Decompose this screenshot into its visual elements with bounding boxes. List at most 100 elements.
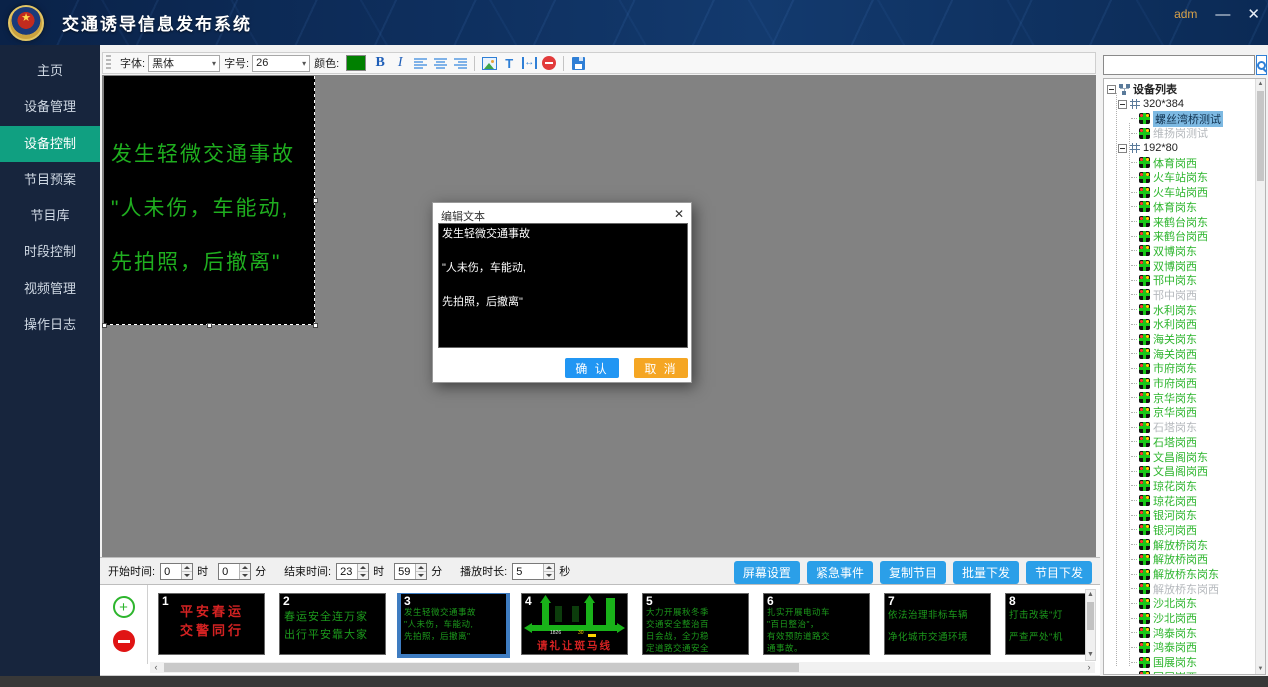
- device-name[interactable]: 维扬岗测试: [1153, 125, 1208, 141]
- tree-device-row[interactable]: 体育岗东: [1104, 200, 1265, 215]
- tree-device-row[interactable]: 琼花岗西: [1104, 493, 1265, 508]
- device-name[interactable]: 双博岗东: [1153, 243, 1197, 259]
- tree-device-row[interactable]: 鸿泰岗西: [1104, 640, 1265, 655]
- tree-device-row[interactable]: 解放桥东岗西: [1104, 581, 1265, 596]
- sidebar-item[interactable]: 主页: [0, 53, 100, 89]
- device-search-input[interactable]: [1103, 55, 1255, 75]
- bold-button[interactable]: B: [370, 54, 390, 72]
- spin-down-icon[interactable]: [416, 571, 426, 579]
- device-name[interactable]: 水利岗东: [1153, 302, 1197, 318]
- device-name[interactable]: 鸿泰岗西: [1153, 639, 1197, 655]
- device-name[interactable]: 邗中岗东: [1153, 272, 1197, 288]
- playlist-item[interactable]: 3发生轻微交通事故"人未伤，车能动,先拍照，后撤离": [400, 593, 507, 655]
- device-name[interactable]: 市府岗西: [1153, 375, 1197, 391]
- playlist-item[interactable]: 5大力开展秋冬季交通安全整治百日会战，全力稳定道路交通安全形势！: [642, 593, 749, 655]
- scroll-up-icon[interactable]: ▲: [1256, 79, 1265, 89]
- action-button[interactable]: 批量下发: [953, 561, 1019, 584]
- device-name[interactable]: 银河岗东: [1153, 507, 1197, 523]
- device-name[interactable]: 解放桥东岗西: [1153, 581, 1219, 597]
- dialog-close-button[interactable]: ✕: [674, 207, 684, 221]
- device-name[interactable]: 京华岗西: [1153, 404, 1197, 420]
- device-name[interactable]: 京华岗东: [1153, 390, 1197, 406]
- close-button[interactable]: ✕: [1247, 7, 1260, 22]
- spin-down-icon[interactable]: [358, 571, 368, 579]
- playlist-item[interactable]: 7依法治理非标车辆净化城市交通环境: [884, 593, 991, 655]
- tree-device-row[interactable]: 石塔岗西: [1104, 435, 1265, 450]
- device-name[interactable]: 火车站岗西: [1153, 184, 1208, 200]
- device-name[interactable]: 银河岗西: [1153, 522, 1197, 538]
- scroll-left-icon[interactable]: ‹: [150, 662, 162, 673]
- tree-device-row[interactable]: 鸿泰岗东: [1104, 625, 1265, 640]
- action-button[interactable]: 节目下发: [1026, 561, 1092, 584]
- resize-handle[interactable]: [102, 323, 107, 328]
- led-preview[interactable]: 发生轻微交通事故"人未伤，车能动,先拍照，后撤离": [104, 76, 315, 325]
- font-size-select[interactable]: 26 ▾: [252, 55, 310, 72]
- start-minute-spinner[interactable]: 0: [218, 563, 251, 580]
- color-swatch[interactable]: [346, 55, 366, 71]
- start-minute-value[interactable]: 0: [219, 564, 239, 579]
- align-left-button[interactable]: [410, 54, 430, 72]
- tree-device-row[interactable]: 京华岗东: [1104, 390, 1265, 405]
- confirm-button[interactable]: 确 认: [565, 358, 619, 378]
- tree-device-row[interactable]: 沙北岗西: [1104, 611, 1265, 626]
- tree-device-row[interactable]: 海关岗东: [1104, 332, 1265, 347]
- device-name[interactable]: 螺丝湾桥测试: [1153, 111, 1223, 127]
- font-family-select[interactable]: 黑体 ▾: [148, 55, 220, 72]
- device-name[interactable]: 来鹤台岗东: [1153, 214, 1208, 230]
- device-name[interactable]: 石塔岗东: [1153, 419, 1197, 435]
- tree-device-row[interactable]: 文昌阁岗东: [1104, 449, 1265, 464]
- insert-text-button[interactable]: T: [499, 54, 519, 72]
- sidebar-item[interactable]: 节目预案: [0, 162, 100, 198]
- device-name[interactable]: 海关岗西: [1153, 346, 1197, 362]
- action-button[interactable]: 屏幕设置: [734, 561, 800, 584]
- sidebar-item[interactable]: 视频管理: [0, 271, 100, 307]
- end-minute-value[interactable]: 59: [395, 564, 415, 579]
- device-name[interactable]: 双博岗西: [1153, 258, 1197, 274]
- tree-root-row[interactable]: 设备列表: [1104, 82, 1265, 97]
- sidebar-item[interactable]: 时段控制: [0, 234, 100, 270]
- spin-up-icon[interactable]: [240, 564, 250, 571]
- device-name[interactable]: 体育岗西: [1153, 155, 1197, 171]
- playlist-item[interactable]: 1平安春运交警同行: [158, 593, 265, 655]
- device-name[interactable]: 沙北岗西: [1153, 610, 1197, 626]
- device-name[interactable]: 解放桥岗东: [1153, 537, 1208, 553]
- tree-device-row[interactable]: 国展岗西: [1104, 670, 1265, 676]
- device-search-button[interactable]: [1256, 55, 1267, 75]
- sidebar-item[interactable]: 设备控制: [0, 126, 100, 162]
- tree-device-row[interactable]: 市府岗西: [1104, 376, 1265, 391]
- tree-device-row[interactable]: 文昌阁岗西: [1104, 464, 1265, 479]
- tree-group-row[interactable]: 192*80: [1104, 141, 1265, 156]
- scrollbar-thumb[interactable]: [1087, 602, 1094, 630]
- playlist-horizontal-scrollbar[interactable]: ‹ ›: [150, 662, 1095, 673]
- duration-value[interactable]: 5: [513, 564, 543, 579]
- device-name[interactable]: 体育岗东: [1153, 199, 1197, 215]
- scroll-up-icon[interactable]: ▲: [1086, 590, 1095, 600]
- tree-device-row[interactable]: 琼花岗东: [1104, 479, 1265, 494]
- dialog-text-input[interactable]: [438, 223, 688, 348]
- tree-device-row[interactable]: 银河岗东: [1104, 508, 1265, 523]
- device-name[interactable]: 国展岗东: [1153, 654, 1197, 670]
- current-user[interactable]: adm: [1174, 7, 1197, 21]
- playlist-item[interactable]: 2春运安全连万家出行平安靠大家: [279, 593, 386, 655]
- tree-device-row[interactable]: 邗中岗东: [1104, 273, 1265, 288]
- scrollbar-thumb[interactable]: [1257, 91, 1264, 181]
- scrollbar-thumb[interactable]: [164, 663, 799, 672]
- device-name[interactable]: 海关岗东: [1153, 331, 1197, 347]
- spin-up-icon[interactable]: [358, 564, 368, 571]
- device-name[interactable]: 邗中岗西: [1153, 287, 1197, 303]
- end-hour-spinner[interactable]: 23: [336, 563, 369, 580]
- device-name[interactable]: 文昌阁岗西: [1153, 463, 1208, 479]
- toolbar-grip[interactable]: [106, 55, 111, 71]
- tree-device-row[interactable]: 维扬岗测试: [1104, 126, 1265, 141]
- insert-image-button[interactable]: [479, 54, 499, 72]
- device-name[interactable]: 国展岗西: [1153, 669, 1197, 675]
- device-name[interactable]: 市府岗东: [1153, 360, 1197, 376]
- fit-width-button[interactable]: ↔: [519, 54, 539, 72]
- sidebar-item[interactable]: 操作日志: [0, 307, 100, 343]
- spin-down-icon[interactable]: [182, 571, 192, 579]
- device-name[interactable]: 鸿泰岗东: [1153, 625, 1197, 641]
- spin-down-icon[interactable]: [544, 571, 554, 579]
- tree-device-row[interactable]: 双博岗西: [1104, 258, 1265, 273]
- tree-device-row[interactable]: 解放桥岗东: [1104, 537, 1265, 552]
- end-minute-spinner[interactable]: 59: [394, 563, 427, 580]
